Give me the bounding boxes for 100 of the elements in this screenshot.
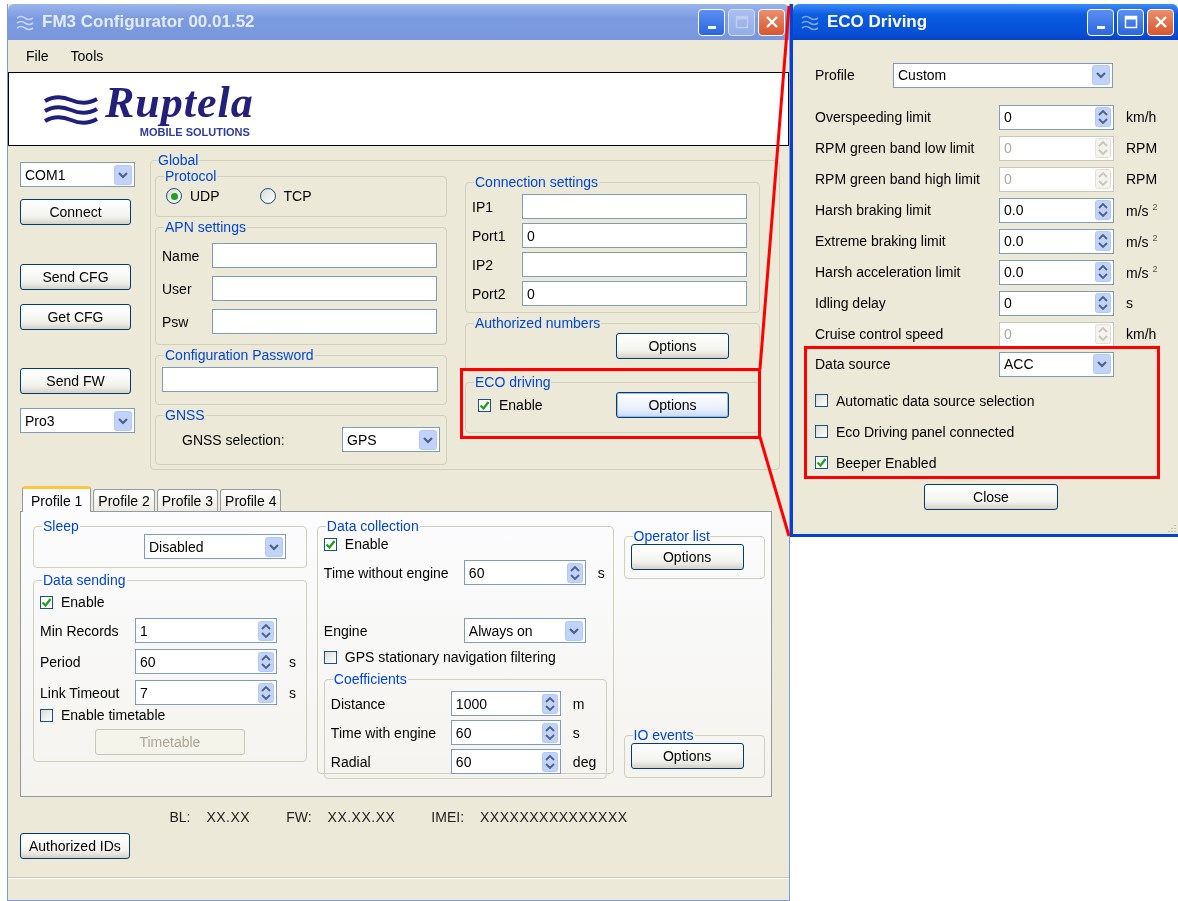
text-field[interactable] <box>522 252 747 277</box>
minimize-icon <box>707 25 716 29</box>
button[interactable]: Get CFG <box>20 304 131 330</box>
group-title: APN settings <box>164 219 247 235</box>
unit-label: m/s $^{2}$ <box>1126 263 1158 281</box>
field-label: Link Timeout <box>40 684 121 701</box>
minimize-button[interactable] <box>698 8 725 36</box>
options-button[interactable]: Options <box>630 544 744 570</box>
dropdown[interactable]: Pro3 <box>20 408 135 433</box>
spin-arrows-icon <box>1095 107 1111 127</box>
text-field[interactable] <box>522 194 747 219</box>
dropdown[interactable]: Always on <box>463 618 586 643</box>
text-field[interactable]: 0 <box>522 223 747 248</box>
info-label: BL: <box>169 809 191 825</box>
chevron-down-icon <box>1092 65 1110 85</box>
menu-item[interactable]: File <box>26 48 49 64</box>
group-title: Data sending <box>42 572 127 588</box>
options-button[interactable]: Options <box>616 392 729 418</box>
button[interactable]: Send FW <box>20 368 131 394</box>
field-label: IP2 <box>472 256 494 273</box>
text-field[interactable] <box>212 243 437 268</box>
spin-arrows-icon <box>1095 293 1111 313</box>
field-label: User <box>162 280 193 297</box>
spin-field[interactable]: 0 <box>999 104 1114 130</box>
spin-field[interactable]: 1000 <box>450 691 561 716</box>
dropdown[interactable]: Disabled <box>144 534 286 559</box>
checkbox[interactable] <box>40 595 53 609</box>
field-label: Min Records <box>40 622 120 639</box>
close-icon <box>1153 15 1168 29</box>
spin-field[interactable]: 60 <box>450 720 561 745</box>
spin-arrows-icon <box>541 722 558 743</box>
text-field[interactable] <box>212 276 437 301</box>
spin-field[interactable]: 0.0 <box>999 259 1114 285</box>
field-label: GNSS selection: <box>182 431 286 448</box>
checkbox[interactable] <box>40 708 53 722</box>
spin-field[interactable]: 60 <box>463 560 586 585</box>
options-button[interactable]: Options <box>630 743 744 769</box>
spin-arrows-icon <box>258 682 274 703</box>
tab[interactable]: Profile 3 <box>156 489 219 511</box>
chevron-down-icon <box>564 620 583 641</box>
close-button[interactable]: Close <box>924 484 1058 510</box>
radio-label: TCP <box>283 188 312 204</box>
spin-field[interactable]: 60 <box>450 749 561 774</box>
tab[interactable]: Profile 4 <box>220 489 282 511</box>
checkbox[interactable] <box>815 456 828 469</box>
text-field[interactable] <box>212 309 437 334</box>
field-label: Harsh braking limit <box>815 202 932 218</box>
checkbox[interactable] <box>323 537 337 551</box>
radio-button[interactable] <box>259 188 276 204</box>
group-title: GNSS <box>164 407 206 423</box>
group-title: Connection settings <box>474 174 599 190</box>
close-button[interactable] <box>1147 8 1174 36</box>
checkbox[interactable] <box>478 398 491 412</box>
button[interactable]: Authorized IDs <box>20 833 130 859</box>
maximize-icon <box>734 15 749 29</box>
dropdown[interactable]: ACC <box>999 351 1114 377</box>
group-title: Configuration Password <box>164 347 315 363</box>
unit-label: km/h <box>1126 326 1157 342</box>
field-label: Port2 <box>472 285 507 302</box>
text-field[interactable]: 0 <box>522 281 747 306</box>
button[interactable]: Connect <box>20 199 131 225</box>
spin-arrows-icon <box>541 693 558 714</box>
window-title: FM3 Configurator 00.01.52 <box>42 12 256 32</box>
button[interactable]: Send CFG <box>20 264 131 290</box>
checkbox[interactable] <box>815 394 828 407</box>
group-title: Operator list <box>632 528 711 544</box>
info-label: IMEI: <box>431 809 465 825</box>
menu-item[interactable]: Tools <box>70 48 104 64</box>
field-label: RPM green band high limit <box>815 171 981 187</box>
spin-field[interactable]: 0.0 <box>999 197 1114 223</box>
chevron-down-icon <box>265 536 283 557</box>
field-label: Profile <box>815 67 856 83</box>
chevron-down-icon <box>114 164 132 185</box>
dropdown[interactable]: Custom <box>893 62 1113 88</box>
group-title: Sleep <box>42 518 80 534</box>
unit-label: km/h <box>1126 109 1157 125</box>
checkbox[interactable] <box>323 650 337 664</box>
spin-field[interactable]: 60 <box>135 649 277 674</box>
spin-field[interactable]: 1 <box>135 618 277 643</box>
checkbox[interactable] <box>815 425 828 438</box>
tab[interactable]: Profile 2 <box>93 489 155 511</box>
spin-field[interactable]: 0 <box>999 290 1114 316</box>
dropdown[interactable]: GPS <box>342 427 440 452</box>
group-title: Global <box>157 152 200 168</box>
spin-arrows-icon <box>258 651 274 672</box>
radio-label: UDP <box>190 188 220 204</box>
resize-grip-icon <box>1166 522 1176 532</box>
checkbox-label: Eco Driving panel connected <box>836 423 1015 440</box>
unit-label: s <box>289 684 296 701</box>
window-title: ECO Driving <box>827 12 929 32</box>
radio-button[interactable] <box>166 188 182 204</box>
text-field[interactable] <box>162 367 438 392</box>
options-button[interactable]: Options <box>616 333 729 359</box>
dropdown[interactable]: COM1 <box>20 162 135 187</box>
spin-field[interactable]: 7 <box>135 680 277 705</box>
tab[interactable]: Profile 1 <box>22 486 92 512</box>
spin-field[interactable]: 0.0 <box>999 228 1114 254</box>
minimize-button[interactable] <box>1087 8 1114 36</box>
close-button[interactable] <box>758 8 785 36</box>
field-label: Radial <box>330 753 372 770</box>
